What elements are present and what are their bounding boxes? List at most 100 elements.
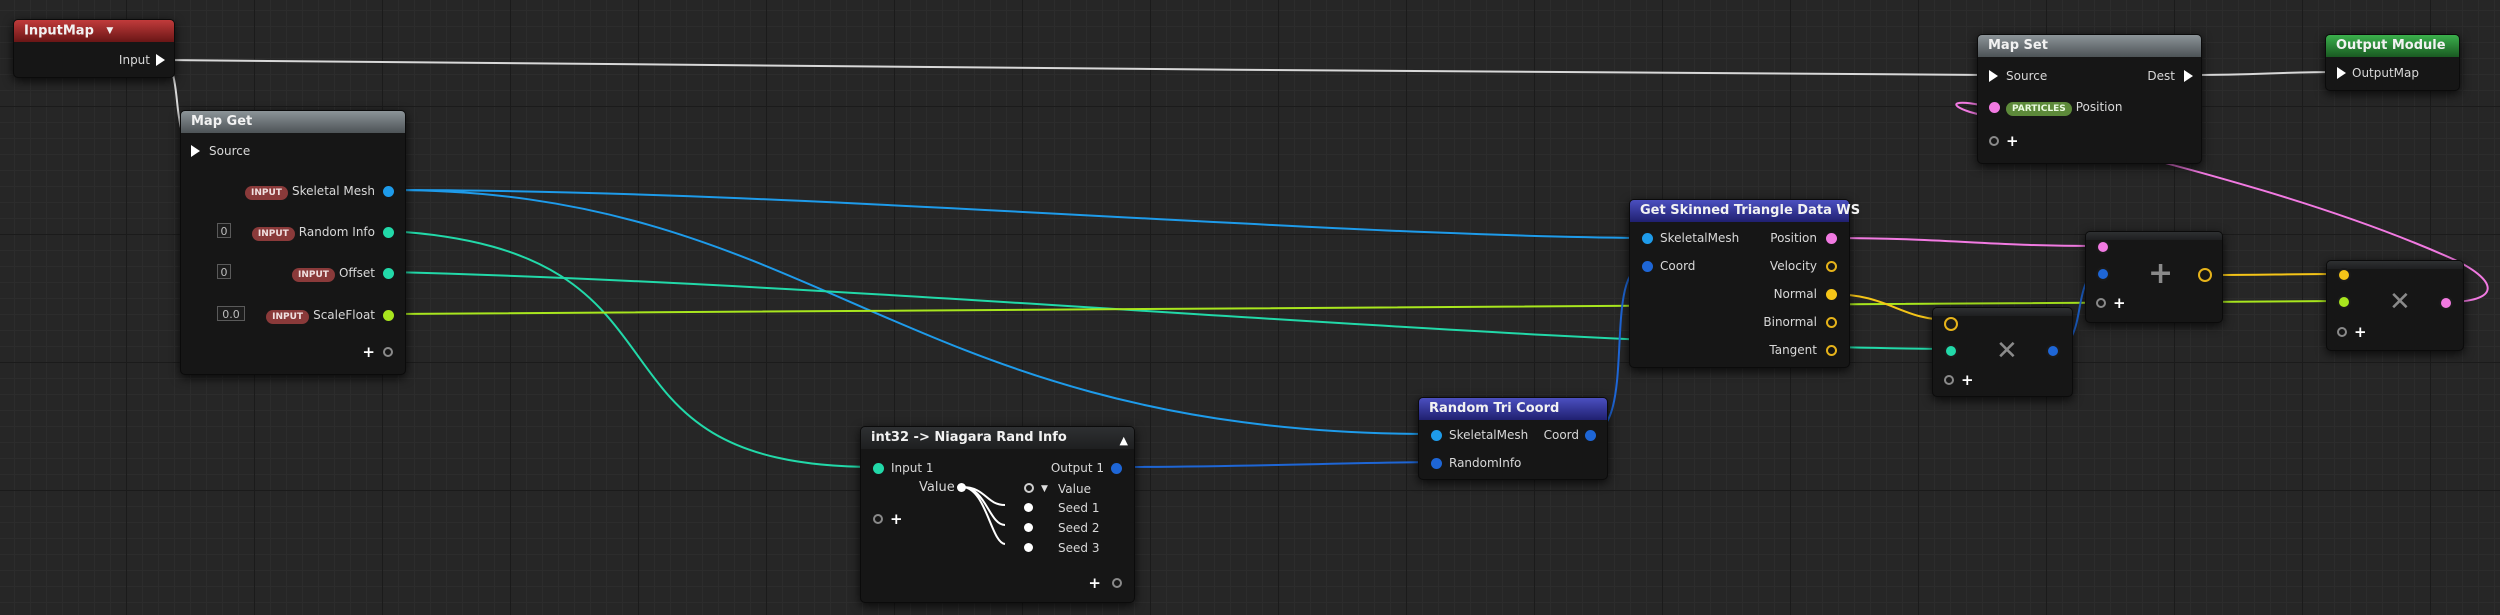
multiply2-output-pin[interactable]: [2439, 296, 2453, 310]
value-out-circle-icon[interactable]: [1024, 483, 1034, 493]
multiply-add-pin-icon[interactable]: +: [1961, 373, 1974, 388]
random-tri-coord-output-pin[interactable]: [1585, 430, 1596, 441]
niagara-rand-info-node[interactable]: int32 -> Niagara Rand Info ▲ Input 1 Out…: [860, 426, 1135, 603]
offset-row: INPUT Offset: [292, 265, 375, 282]
skeletal-mesh-output-pin[interactable]: [383, 186, 394, 197]
input1-label: Input 1: [891, 461, 934, 475]
input-badge: INPUT: [292, 268, 335, 282]
map-set-position-row: PARTICLES Position: [2006, 99, 2123, 116]
multiply2-a-input-pin[interactable]: [2337, 268, 2351, 282]
skinned-skeletal-input-pin[interactable]: [1642, 233, 1653, 244]
add-a-input-pin[interactable]: [2096, 240, 2110, 254]
random-tri-skeletal-input-pin[interactable]: [1431, 430, 1442, 441]
seed1-label: Seed 1: [1058, 501, 1100, 515]
multiply2-header[interactable]: [2327, 261, 2463, 269]
skeletal-mesh-row: INPUT Skeletal Mesh: [245, 183, 375, 200]
scale-output-pin[interactable]: [383, 310, 394, 321]
wire-add-to-multiply2: [2202, 273, 2341, 276]
add-output-pin[interactable]: [2198, 268, 2212, 282]
add-node[interactable]: + +: [2085, 231, 2223, 323]
input-badge: INPUT: [245, 186, 288, 200]
map-set-header[interactable]: Map Set: [1978, 35, 2201, 57]
skinned-tangent-label: Tangent: [1769, 343, 1817, 357]
skinned-position-output-pin[interactable]: [1826, 233, 1837, 244]
exec-input-pin[interactable]: [191, 145, 200, 157]
skinned-normal-output-pin[interactable]: [1826, 289, 1837, 300]
wire-skeletal-to-randomtri: [389, 189, 1431, 435]
add-add-circle-icon[interactable]: [2096, 298, 2106, 308]
multiply-b-input-pin[interactable]: [1944, 344, 1958, 358]
input-badge: INPUT: [251, 227, 295, 241]
random-info-row: INPUT Random Info: [251, 224, 375, 241]
multiply2-add-pin-icon[interactable]: +: [2354, 325, 2367, 340]
skinned-binormal-output-pin[interactable]: [1826, 317, 1837, 328]
inputmap-header[interactable]: InputMap ▼: [14, 20, 174, 42]
inputmap-node[interactable]: InputMap ▼ Input: [13, 19, 175, 78]
output1-pin[interactable]: [1111, 463, 1122, 474]
map-get-node[interactable]: Map Get Source INPUT Skeletal Mesh 0 INPU…: [180, 110, 406, 375]
multiply2-b-input-pin[interactable]: [2337, 295, 2351, 309]
map-set-exec-input-pin[interactable]: [1989, 70, 1998, 82]
random-info-value-box[interactable]: 0: [217, 223, 231, 238]
add-pin-circle-icon[interactable]: [383, 347, 393, 357]
skinned-triangle-header[interactable]: Get Skinned Triangle Data WS: [1630, 200, 1860, 222]
scale-value-box[interactable]: 0.0: [217, 306, 245, 321]
seed3-pin[interactable]: [1024, 543, 1033, 552]
multiply-node-2[interactable]: ✕ +: [2326, 260, 2464, 351]
skinned-coord-label: Coord: [1660, 259, 1696, 273]
chevron-up-icon[interactable]: ▲: [1120, 430, 1128, 452]
add-header[interactable]: [2086, 232, 2222, 240]
output-module-exec-input-pin[interactable]: [2337, 67, 2346, 79]
skinned-coord-input-pin[interactable]: [1642, 261, 1653, 272]
seed1-pin[interactable]: [1024, 503, 1033, 512]
skinned-velocity-output-pin[interactable]: [1826, 261, 1837, 272]
multiply-node-1[interactable]: ✕ +: [1932, 307, 2073, 397]
random-info-output-pin[interactable]: [383, 227, 394, 238]
add-input-icon[interactable]: +: [890, 512, 903, 527]
random-tri-coord-header[interactable]: Random Tri Coord: [1419, 398, 1607, 420]
exec-output-pin[interactable]: [156, 54, 165, 66]
random-tri-coord-label: Coord: [1543, 428, 1579, 442]
map-set-node[interactable]: Map Set Source Dest PARTICLES Position +: [1977, 34, 2202, 164]
multiply-output-pin[interactable]: [2046, 344, 2060, 358]
input1-pin[interactable]: [873, 463, 884, 474]
niagara-rand-info-header[interactable]: int32 -> Niagara Rand Info ▲: [861, 427, 1134, 449]
random-tri-randominfo-input-pin[interactable]: [1431, 458, 1442, 469]
offset-output-pin[interactable]: [383, 268, 394, 279]
seed2-pin[interactable]: [1024, 523, 1033, 532]
wire-mapset-to-output: [2189, 71, 2339, 76]
add-output-circle-icon[interactable]: [1112, 578, 1122, 588]
scale-row: INPUT ScaleFloat: [266, 307, 375, 324]
value-dropdown-icon[interactable]: ▼: [1041, 484, 1048, 494]
chevron-down-icon[interactable]: ▼: [106, 20, 113, 42]
skinned-tangent-output-pin[interactable]: [1826, 345, 1837, 356]
map-set-position-label: Position: [2075, 100, 2123, 114]
add-add-pin-icon[interactable]: +: [2113, 296, 2126, 311]
seed2-label: Seed 2: [1058, 521, 1100, 535]
wire-niagara-to-randomtri: [1112, 461, 1436, 468]
map-set-add-circle-icon[interactable]: [1989, 136, 1999, 146]
output-module-title: Output Module: [2336, 38, 2446, 53]
skinned-triangle-node[interactable]: Get Skinned Triangle Data WS SkeletalMes…: [1629, 199, 1860, 368]
add-input-circle-icon[interactable]: [873, 514, 883, 524]
multiply-add-circle-icon[interactable]: [1944, 375, 1954, 385]
output-module-header[interactable]: Output Module: [2326, 35, 2459, 57]
multiply-a-input-pin[interactable]: [1944, 317, 1958, 331]
map-set-add-pin-icon[interactable]: +: [2006, 134, 2019, 149]
multiply2-add-circle-icon[interactable]: [2337, 327, 2347, 337]
add-pin-icon[interactable]: +: [362, 345, 375, 360]
map-set-title: Map Set: [1988, 38, 2048, 53]
multiply-icon: ✕: [1996, 336, 2018, 366]
add-output-icon[interactable]: +: [1088, 576, 1101, 591]
add-b-input-pin[interactable]: [2096, 267, 2110, 281]
output-module-node[interactable]: Output Module OutputMap: [2325, 34, 2460, 91]
random-tri-coord-node[interactable]: Random Tri Coord SkeletalMesh Coord Rand…: [1418, 397, 1608, 480]
wire-randominfo-to-niagara: [389, 230, 876, 468]
offset-label: Offset: [338, 266, 375, 280]
value-output-label: Value: [1058, 482, 1091, 496]
map-set-position-input-pin[interactable]: [1989, 102, 2000, 113]
map-set-exec-output-pin[interactable]: [2184, 70, 2193, 82]
map-get-header[interactable]: Map Get: [181, 111, 405, 133]
multiply-header[interactable]: [1933, 308, 2072, 316]
offset-value-box[interactable]: 0: [217, 264, 231, 279]
